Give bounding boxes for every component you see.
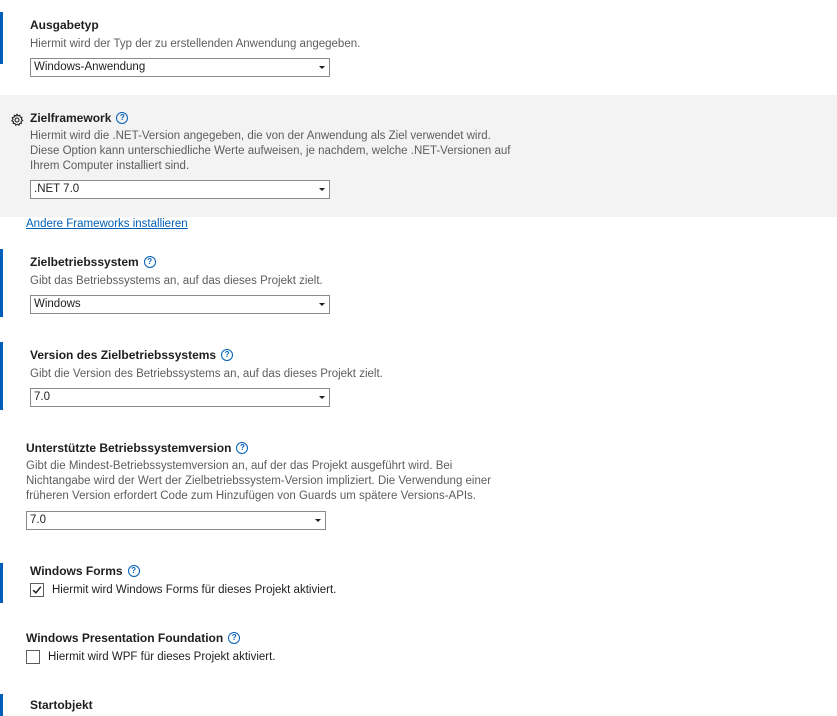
target-os-version-title-text: Version des Zielbetriebssystems <box>30 348 217 362</box>
help-icon[interactable]: ? <box>127 565 140 577</box>
target-os-title: Zielbetriebssystem ? <box>30 255 156 269</box>
chevron-down-icon <box>319 66 325 69</box>
supported-os-version-dropdown[interactable]: 7.0 <box>26 511 326 530</box>
output-type-title: Ausgabetyp <box>30 18 99 32</box>
target-os-description: Gibt das Betriebssystems an, auf das die… <box>30 275 323 287</box>
section-indicator-bar <box>0 563 3 603</box>
chevron-down-icon <box>319 396 325 399</box>
section-indicator-bar <box>0 12 3 64</box>
target-framework-dropdown[interactable]: .NET 7.0 <box>30 180 330 199</box>
chevron-down-icon <box>319 188 325 191</box>
target-framework-dropdown-value: .NET 7.0 <box>34 183 80 195</box>
supported-os-version-description-line-3: früheren Version erfordert Code zum Hinz… <box>26 490 477 502</box>
help-icon[interactable]: ? <box>221 349 234 361</box>
install-other-frameworks-link[interactable]: Andere Frameworks installieren <box>26 218 188 230</box>
target-framework-title: Zielframework ? <box>30 111 129 125</box>
section-indicator-bar <box>0 342 3 410</box>
target-framework-description-line-1: Hiermit wird die .NET-Version angegeben,… <box>30 130 491 142</box>
wpf-title-text: Windows Presentation Foundation <box>26 631 224 645</box>
windows-forms-checkbox-label: Hiermit wird Windows Forms für dieses Pr… <box>52 584 337 596</box>
wpf-checkbox-label: Hiermit wird WPF für dieses Projekt akti… <box>48 651 276 663</box>
windows-forms-title: Windows Forms ? <box>30 564 140 578</box>
output-type-dropdown-value: Windows-Anwendung <box>34 61 146 73</box>
project-properties-page: Ausgabetyp Hiermit wird der Typ der zu e… <box>0 0 837 716</box>
help-icon[interactable]: ? <box>116 112 129 124</box>
supported-os-version-title-text: Unterstützte Betriebssystemversion <box>26 441 232 455</box>
supported-os-version-description-line-2: Nichtangabe wird der Wert der Zielbetrie… <box>26 475 492 487</box>
checkmark-icon <box>32 586 42 594</box>
target-os-version-dropdown-value: 7.0 <box>34 391 50 403</box>
startup-object-title-text: Startobjekt <box>30 698 93 712</box>
supported-os-version-title: Unterstützte Betriebssystemversion ? <box>26 441 249 455</box>
output-type-description: Hiermit wird der Typ der zu erstellenden… <box>30 38 361 50</box>
help-icon[interactable]: ? <box>228 632 241 644</box>
target-os-version-dropdown[interactable]: 7.0 <box>30 388 330 407</box>
help-icon[interactable]: ? <box>143 256 156 268</box>
section-indicator-bar <box>0 694 3 716</box>
wpf-checkbox[interactable] <box>26 650 40 664</box>
section-indicator-bar <box>0 249 3 317</box>
target-os-version-title: Version des Zielbetriebssystems ? <box>30 348 234 362</box>
target-framework-title-text: Zielframework <box>30 111 112 125</box>
chevron-down-icon <box>319 303 325 306</box>
output-type-dropdown[interactable]: Windows-Anwendung <box>30 58 330 77</box>
target-os-version-description: Gibt die Version des Betriebssystems an,… <box>30 368 383 380</box>
windows-forms-title-text: Windows Forms <box>30 564 123 578</box>
target-framework-description-line-3: Ihrem Computer installiert sind. <box>30 160 190 172</box>
target-os-dropdown[interactable]: Windows <box>30 295 330 314</box>
target-os-title-text: Zielbetriebssystem <box>30 255 139 269</box>
startup-object-title: Startobjekt <box>30 698 93 712</box>
windows-forms-checkbox[interactable] <box>30 583 44 597</box>
target-os-dropdown-value: Windows <box>34 298 81 310</box>
help-icon[interactable]: ? <box>236 442 249 454</box>
supported-os-version-description-line-1: Gibt die Mindest-Betriebssystemversion a… <box>26 460 453 472</box>
output-type-title-text: Ausgabetyp <box>30 18 99 32</box>
target-framework-description-line-2: Diese Option kann unterschiedliche Werte… <box>30 145 511 157</box>
gear-icon <box>11 113 24 127</box>
wpf-title: Windows Presentation Foundation ? <box>26 631 241 645</box>
supported-os-version-dropdown-value: 7.0 <box>30 514 46 526</box>
chevron-down-icon <box>315 519 321 522</box>
